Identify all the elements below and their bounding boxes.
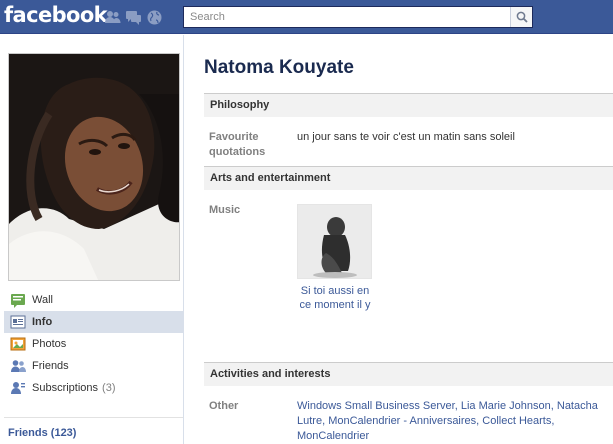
music-page-caption[interactable]: Si toi aussi en ce moment il y [297,284,373,312]
nav-label-subscriptions: Subscriptions [32,382,99,394]
nav-item-info[interactable]: Info [4,311,183,333]
jewel-icons [104,9,163,26]
search-input[interactable] [184,7,510,27]
photos-icon [10,337,26,351]
nav-label-wall: Wall [32,294,53,306]
favourite-quotations-value: un jour sans te voir c'est un matin sans… [297,131,515,143]
facebook-logo[interactable]: facebook [4,3,108,27]
profile-nav: Wall Info Photos Friends Subscriptions (… [4,289,183,399]
interest-link[interactable]: Lia Marie Johnson [461,400,551,412]
messages-icon[interactable] [125,9,142,26]
subscriptions-count: (3) [102,382,116,394]
left-column: Wall Info Photos Friends Subscriptions (… [0,35,184,444]
nav-label-friends: Friends [32,360,69,372]
music-page-thumbnail[interactable] [297,204,372,279]
info-main: Natoma Kouyate Philosophy Favourite quot… [184,35,613,444]
profile-picture[interactable] [8,53,180,281]
search-box [183,6,533,28]
divider [4,417,183,418]
nav-label-photos: Photos [32,338,67,350]
friends-icon [11,360,26,372]
top-bar: facebook [0,0,613,34]
music-label: Music [209,204,241,216]
friend-requests-icon[interactable] [104,9,121,26]
music-caption-line1: Si toi aussi en [300,285,370,297]
section-arts-header: Arts and entertainment [204,166,613,190]
section-activities-header: Activities and interests [204,362,613,386]
nav-item-friends[interactable]: Friends [4,355,183,377]
info-icon [10,315,26,329]
profile-name: Natoma Kouyate [204,57,354,78]
notifications-globe-icon[interactable] [146,9,163,26]
nav-item-subscriptions[interactable]: Subscriptions (3) [4,377,183,399]
interest-link[interactable]: Windows Small Business Server [297,400,455,412]
other-interests-list: Windows Small Business Server, Lia Marie… [297,399,602,444]
section-philosophy-header: Philosophy [204,93,613,117]
other-label: Other [209,400,239,412]
subscriptions-icon [11,382,25,394]
interest-link[interactable]: Collect Hearts [482,415,551,427]
interest-link[interactable]: MonCalendrier - Anniversaires [328,415,476,427]
profile-photo-image [9,54,179,280]
interest-link[interactable]: MonCalendrier [297,430,369,442]
favourite-quotations-label-line1: Favourite [209,131,259,143]
favourite-quotations-label-line2: quotations [209,146,266,158]
music-page-image [298,205,371,278]
nav-label-info: Info [32,316,53,328]
search-button[interactable] [510,7,532,27]
nav-item-wall[interactable]: Wall [4,289,183,311]
music-caption-line2: ce moment il y [299,299,371,311]
search-icon [516,11,528,23]
friends-count-link[interactable]: Friends (123) [8,427,76,439]
favourite-quotations-label: Favourite quotations [209,130,265,160]
link-separator: , [551,415,555,427]
nav-item-photos[interactable]: Photos [4,333,183,355]
wall-icon [11,294,25,308]
